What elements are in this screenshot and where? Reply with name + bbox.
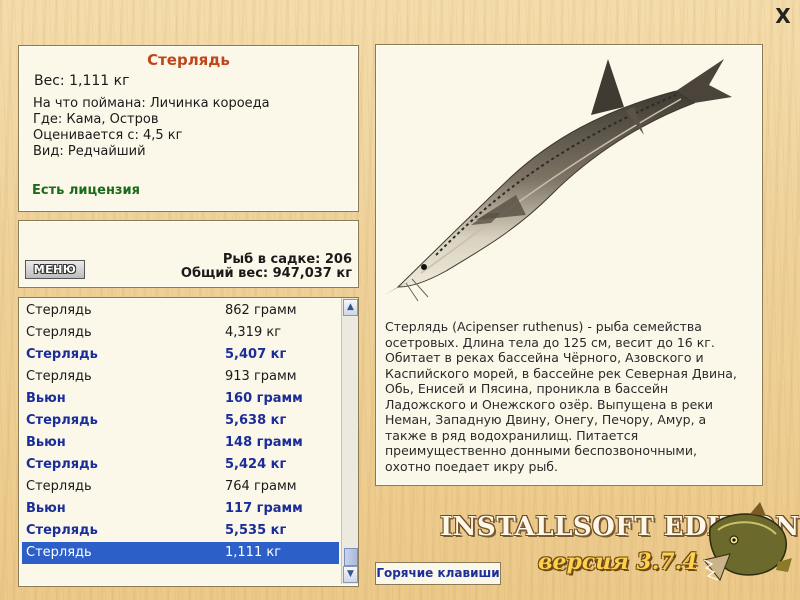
fish-description: Стерлядь (Acipenser ruthenus) - рыба сем… [385, 319, 737, 474]
scrollbar-thumb[interactable] [344, 548, 358, 566]
catch-row[interactable]: Вьюн 160 грамм [22, 388, 339, 410]
catch-row[interactable]: Вьюн 117 грамм [22, 498, 339, 520]
catch-fish-name: Стерлядь [26, 479, 92, 494]
catch-row[interactable]: Стерлядь 5,424 кг [22, 454, 339, 476]
total-weight: Общий вес: 947,037 кг [180, 266, 352, 281]
fish-count: Рыб в садке: 206 [222, 252, 352, 267]
catch-fish-name: Стерлядь [26, 325, 92, 340]
catch-fish-weight: 4,319 кг [225, 325, 282, 340]
catch-fish-weight: 1,111 кг [225, 545, 282, 560]
catch-row[interactable]: Стерлядь 5,407 кг [22, 344, 339, 366]
fish-info-panel: Стерлядь Вес: 1,111 кг На что поймана: Л… [18, 45, 359, 212]
hotkeys-button[interactable]: Горячие клавиши [375, 562, 501, 585]
catch-location: Где: Кама, Остров [33, 112, 159, 127]
catch-fish-weight: 5,535 кг [225, 523, 287, 538]
catch-row[interactable]: Стерлядь 862 грамм [22, 300, 339, 322]
catch-fish-weight: 148 грамм [225, 435, 303, 450]
catch-fish-name: Вьюн [26, 435, 66, 450]
fish-title: Стерлядь [147, 51, 230, 69]
close-icon[interactable]: X [775, 4, 790, 28]
catch-fish-name: Стерлядь [26, 545, 92, 560]
catch-row[interactable]: Стерлядь 913 грамм [22, 366, 339, 388]
scrollbar[interactable]: ▲ ▼ [341, 298, 358, 584]
catch-fish-weight: 117 грамм [225, 501, 303, 516]
catch-fish-weight: 764 грамм [225, 479, 297, 494]
catch-fish-name: Стерлядь [26, 347, 98, 362]
fish-picture-panel: Стерлядь (Acipenser ruthenus) - рыба сем… [375, 44, 763, 486]
catch-fish-name: Стерлядь [26, 369, 92, 384]
catch-fish-weight: 5,638 кг [225, 413, 287, 428]
species-rarity: Вид: Редчайший [33, 144, 146, 159]
catch-fish-name: Стерлядь [26, 413, 98, 428]
catch-fish-name: Стерлядь [26, 303, 92, 318]
keepnet-stats-panel: МЕНЮ Рыб в садке: 206 Общий вес: 947,037… [18, 220, 359, 288]
catch-list[interactable]: Стерлядь 862 грамм Стерлядь 4,319 кг Стерляд… [18, 297, 359, 587]
catch-fish-name: Стерлядь [26, 523, 98, 538]
catch-fish-weight: 5,424 кг [225, 457, 287, 472]
fish-weight: Вес: 1,111 кг [34, 73, 130, 89]
scroll-down-icon[interactable]: ▼ [343, 566, 358, 583]
catch-fish-weight: 160 грамм [225, 391, 303, 406]
sterlet-fish-image [384, 59, 732, 302]
catch-row[interactable]: Стерлядь 1,111 кг [22, 542, 339, 564]
caught-on-bait: На что поймана: Личинка короеда [33, 96, 270, 111]
catch-row[interactable]: Стерлядь 764 грамм [22, 476, 339, 498]
menu-button[interactable]: МЕНЮ [25, 260, 85, 279]
catch-row[interactable]: Стерлядь 4,319 кг [22, 322, 339, 344]
catch-row[interactable]: Стерлядь 5,535 кг [22, 520, 339, 542]
catch-fish-weight: 5,407 кг [225, 347, 287, 362]
catch-fish-weight: 913 грамм [225, 369, 297, 384]
pike-logo [703, 502, 792, 581]
version-label: версия 3.7.4 [538, 549, 698, 575]
license-status: Есть лицензия [32, 183, 140, 198]
catch-fish-weight: 862 грамм [225, 303, 297, 318]
catch-row[interactable]: Вьюн 148 грамм [22, 432, 339, 454]
catch-fish-name: Вьюн [26, 501, 66, 516]
catch-row[interactable]: Стерлядь 5,638 кг [22, 410, 339, 432]
catch-fish-name: Вьюн [26, 391, 66, 406]
close-button[interactable]: X [773, 6, 793, 26]
catch-fish-name: Стерлядь [26, 457, 98, 472]
rated-from-weight: Оценивается с: 4,5 кг [33, 128, 183, 143]
scroll-up-icon[interactable]: ▲ [343, 299, 358, 316]
